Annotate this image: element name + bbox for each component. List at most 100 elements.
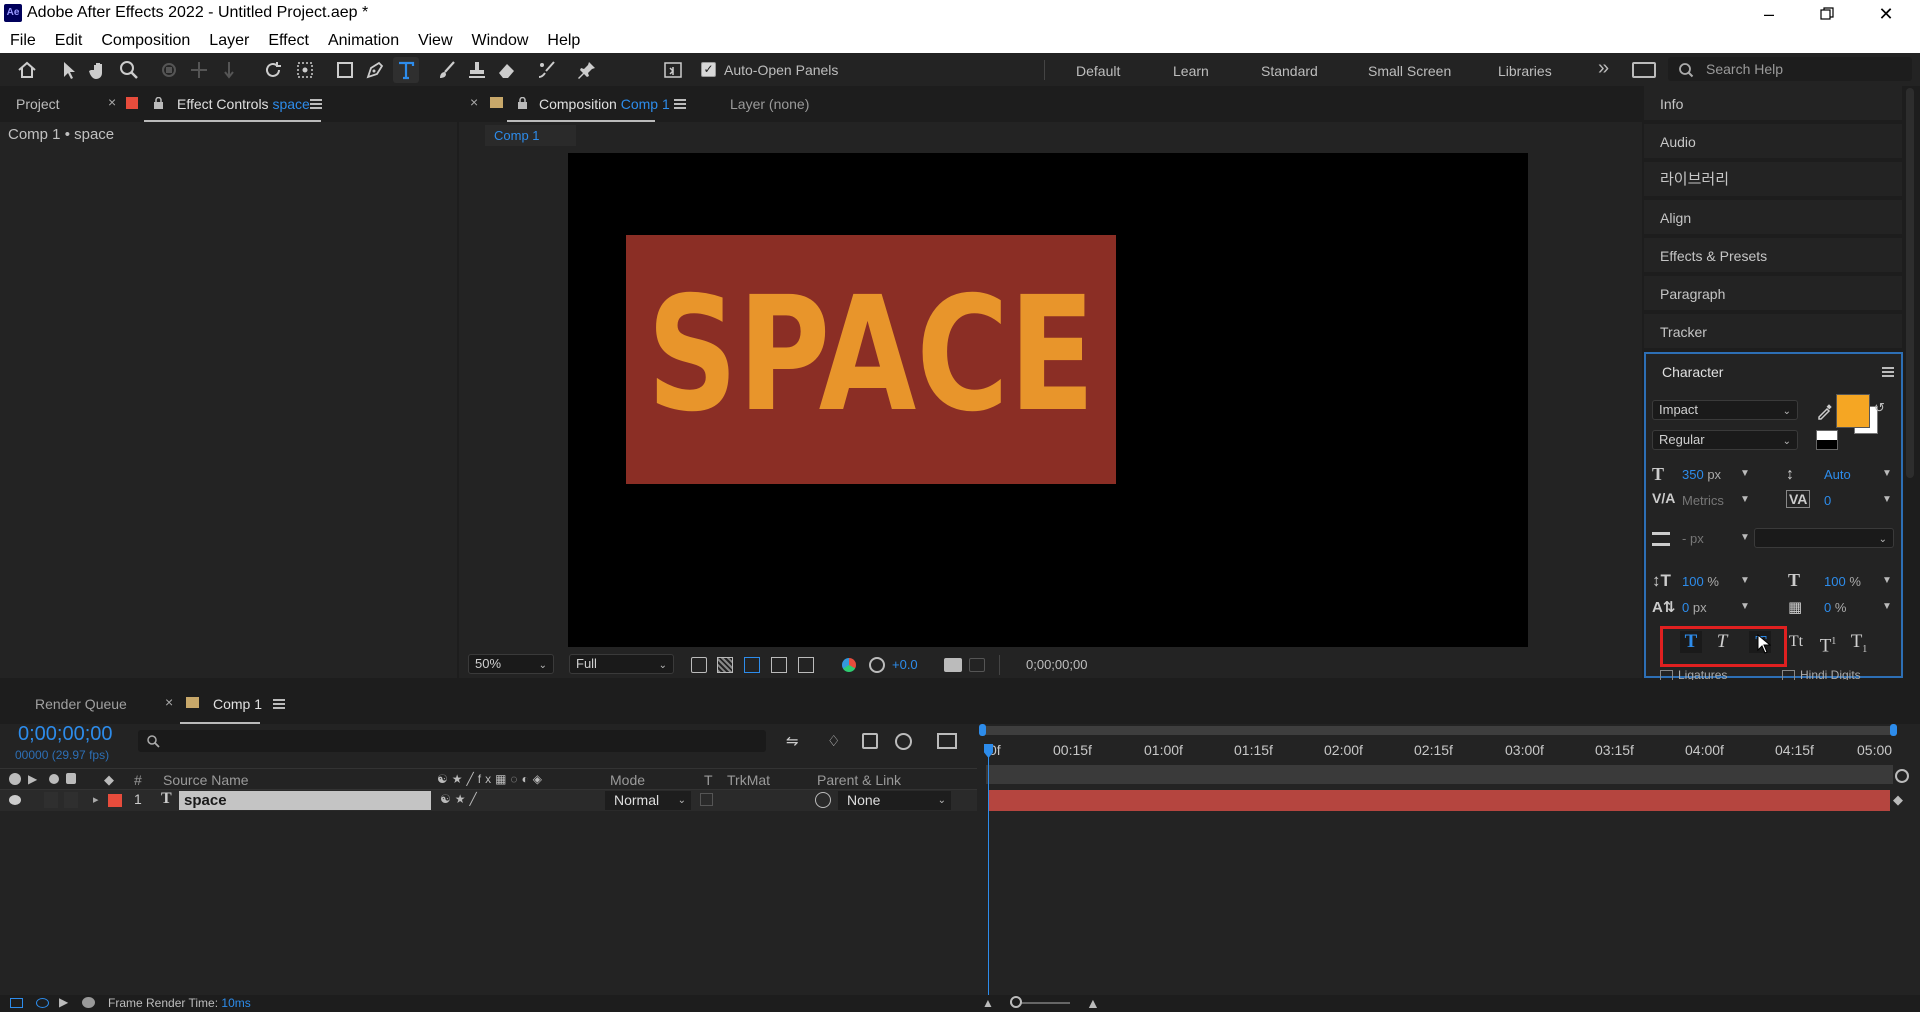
baseline-shift-value[interactable]: 0 px <box>1682 600 1707 615</box>
puppet-pin-tool-icon[interactable] <box>574 57 600 83</box>
mask-visibility-icon[interactable] <box>744 657 760 673</box>
composition-mini-flowchart-icon[interactable]: ⇋ <box>786 732 806 750</box>
baseline-dropdown-icon[interactable]: ▼ <box>1740 601 1750 612</box>
clone-stamp-tool-icon[interactable] <box>464 57 490 83</box>
minimize-icon[interactable]: – <box>1741 0 1797 29</box>
subscript-button[interactable]: T1 <box>1846 631 1872 655</box>
menu-view[interactable]: View <box>418 32 452 50</box>
preserve-transparency-checkbox[interactable] <box>700 793 713 806</box>
tab-layer[interactable]: Layer (none) <box>730 96 809 112</box>
video-switch-header-icon[interactable] <box>9 773 21 785</box>
resolution-select[interactable]: Full ⌄ <box>569 654 674 674</box>
comp-subtab[interactable]: Comp 1 <box>485 125 576 146</box>
tracking-dropdown-icon[interactable]: ▼ <box>1882 494 1892 505</box>
hand-tool-icon[interactable] <box>86 57 112 83</box>
brush-tool-icon[interactable] <box>434 57 460 83</box>
shy-layers-icon[interactable]: ♢ <box>827 732 847 750</box>
font-family-select[interactable]: Impact ⌄ <box>1652 400 1798 420</box>
close-timeline-tab-icon[interactable]: × <box>165 694 173 710</box>
menu-window[interactable]: Window <box>472 32 529 50</box>
workspace-libraries[interactable]: Libraries <box>1498 63 1552 79</box>
menu-edit[interactable]: Edit <box>55 32 83 50</box>
panel-effects-presets[interactable]: Effects & Presets <box>1644 238 1902 274</box>
roto-brush-tool-icon[interactable] <box>534 57 560 83</box>
workspace-learn[interactable]: Learn <box>1173 63 1209 79</box>
in-out-toggle-icon[interactable]: ▶ <box>59 995 68 1009</box>
character-menu-icon[interactable] <box>1882 367 1894 377</box>
kerning-value[interactable]: Metrics <box>1682 493 1724 508</box>
keyframe-nav-icon[interactable]: ◆ <box>1893 792 1903 808</box>
timeline-menu-icon[interactable] <box>273 699 285 709</box>
selection-tool-icon[interactable] <box>56 57 82 83</box>
small-caps-button[interactable]: Tt <box>1785 631 1807 653</box>
zoom-tool-icon[interactable] <box>116 57 142 83</box>
close-comp-tab-icon[interactable]: × <box>470 94 478 110</box>
tsume-value[interactable]: 0 % <box>1824 600 1846 615</box>
pen-tool-icon[interactable] <box>362 57 388 83</box>
panel-tracker[interactable]: Tracker <box>1644 314 1902 350</box>
type-tool-icon[interactable] <box>393 57 419 83</box>
tab-effect-controls[interactable]: Effect Controls space <box>177 96 310 112</box>
layer-duration-bar[interactable] <box>988 790 1890 811</box>
frame-blending-icon[interactable] <box>862 733 878 749</box>
eraser-tool-icon[interactable] <box>494 57 520 83</box>
column-t[interactable]: T <box>704 772 713 788</box>
work-area-bar[interactable] <box>981 726 1895 735</box>
transparency-grid-icon[interactable] <box>717 657 733 673</box>
stroke-style-select[interactable]: ⌄ <box>1754 528 1894 548</box>
work-area-end-handle[interactable] <box>1890 724 1897 736</box>
leading-dropdown-icon[interactable]: ▼ <box>1882 468 1892 479</box>
stroke-width-value[interactable]: - px <box>1682 531 1704 546</box>
ligatures-checkbox[interactable] <box>1660 670 1673 680</box>
work-area-start-handle[interactable] <box>979 724 986 736</box>
menu-help[interactable]: Help <box>547 32 580 50</box>
transfer-controls-toggle-icon[interactable] <box>36 998 49 1008</box>
lock-icon[interactable] <box>153 96 164 109</box>
blend-mode-select[interactable]: Normal ⌄ <box>605 791 691 810</box>
hindi-digits-checkbox[interactable] <box>1782 670 1795 680</box>
workspace-small-screen[interactable]: Small Screen <box>1368 63 1451 79</box>
vertical-scale-dropdown-icon[interactable]: ▼ <box>1740 575 1750 586</box>
font-size-value[interactable]: 350 px <box>1682 467 1721 482</box>
close-tab-icon[interactable]: × <box>108 94 116 110</box>
exposure-value[interactable]: +0.0 <box>892 657 918 672</box>
orbit-camera-icon[interactable] <box>156 57 182 83</box>
pan-camera-icon[interactable] <box>186 57 212 83</box>
vertical-scale-value[interactable]: 100 % <box>1682 574 1719 589</box>
workspace-default[interactable]: Default <box>1076 63 1120 79</box>
region-of-interest-icon[interactable] <box>771 657 787 673</box>
panel-menu-icon[interactable] <box>310 99 322 109</box>
tab-project[interactable]: Project <box>16 96 60 112</box>
column-source-name[interactable]: Source Name <box>163 772 249 788</box>
pick-whip-icon[interactable] <box>815 792 831 808</box>
comp-panel-menu-icon[interactable] <box>674 99 686 109</box>
reset-exposure-icon[interactable] <box>869 657 885 673</box>
panel-libraries[interactable]: 라이브러리 <box>1644 162 1902 198</box>
lock-toggle[interactable] <box>64 792 78 808</box>
right-panel-scrollbar[interactable] <box>1906 88 1914 478</box>
font-size-dropdown-icon[interactable]: ▼ <box>1740 468 1750 479</box>
dolly-camera-icon[interactable] <box>216 57 242 83</box>
workspace-standard[interactable]: Standard <box>1261 63 1318 79</box>
black-white-swatch[interactable] <box>1816 430 1838 450</box>
search-help-input[interactable]: Search Help <box>1668 57 1912 81</box>
swap-colors-icon[interactable]: ↺ <box>1874 400 1885 416</box>
lock-header-icon[interactable] <box>66 773 76 784</box>
fill-color-swatch[interactable] <box>1836 394 1870 428</box>
layer-switches[interactable]: ☯★╱ <box>440 792 481 806</box>
zoom-slider-thumb[interactable] <box>1010 996 1022 1008</box>
menu-file[interactable]: File <box>10 32 36 50</box>
label-header-icon[interactable]: ◆ <box>104 772 114 788</box>
solo-toggle[interactable] <box>44 792 58 808</box>
panel-paragraph[interactable]: Paragraph <box>1644 276 1902 312</box>
tab-composition[interactable]: Composition Comp 1 <box>539 96 670 112</box>
zoom-out-icon[interactable]: ▲ <box>982 996 994 1010</box>
horizontal-scale-dropdown-icon[interactable]: ▼ <box>1882 575 1892 586</box>
render-time-toggle-icon[interactable] <box>82 997 95 1008</box>
tracking-value[interactable]: 0 <box>1824 493 1831 508</box>
auto-open-panels-checkbox[interactable]: ✓ <box>701 62 716 77</box>
audio-switch-header-icon[interactable]: ▶ <box>28 772 37 786</box>
layer-switches-toggle-icon[interactable] <box>10 998 23 1008</box>
column-trkmat[interactable]: TrkMat <box>727 772 770 788</box>
column-mode[interactable]: Mode <box>610 772 645 788</box>
